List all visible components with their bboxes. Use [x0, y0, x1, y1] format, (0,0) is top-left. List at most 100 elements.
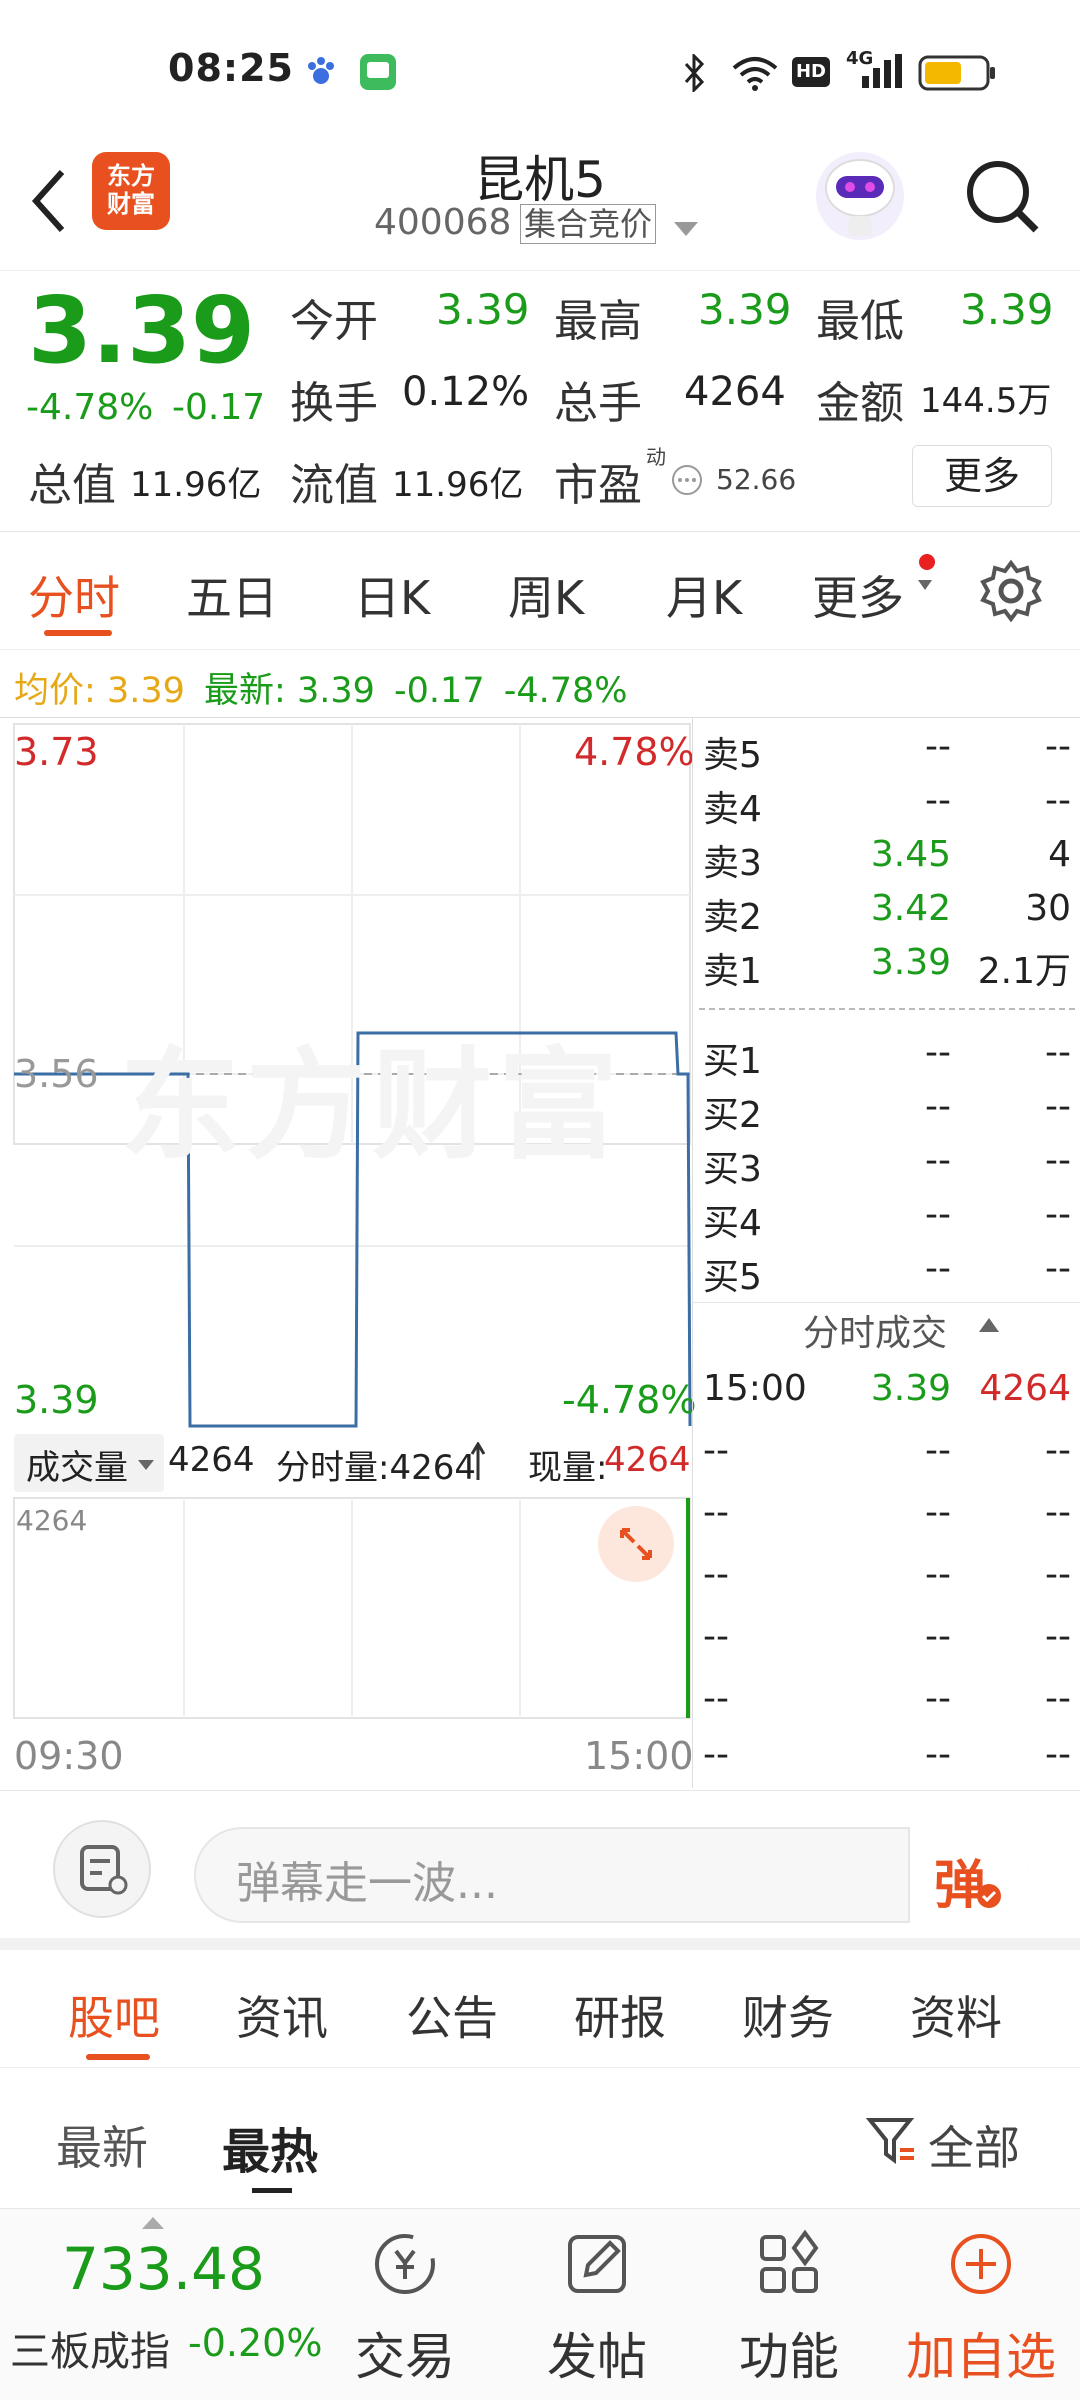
book-divider	[699, 1008, 1075, 1010]
filter-all[interactable]: 全部	[928, 2112, 1020, 2178]
avg-price-bar: 均价: 3.39 最新: 3.39 -0.17 -4.78%	[0, 650, 1080, 718]
sort-active-indicator	[252, 2188, 292, 2193]
hd-badge: HD	[792, 57, 830, 87]
danmu-bar: 弹幕走一波... 弹	[0, 1790, 1080, 1950]
bid-row: 买2 -- --	[703, 1086, 1071, 1136]
settings-icon[interactable]	[978, 558, 1044, 624]
tab-finance[interactable]: 财务	[742, 1982, 834, 2048]
tab-news[interactable]: 资讯	[236, 1982, 328, 2048]
latest-change: -0.17	[394, 671, 485, 711]
tab-more-dropdown-icon[interactable]	[912, 554, 936, 594]
dropdown-icon[interactable]	[672, 220, 700, 238]
ask-row: 卖5 -- --	[703, 726, 1071, 776]
volume-total: 4264	[168, 1440, 255, 1480]
tab-month-k[interactable]: 月K	[666, 562, 742, 628]
sort-latest[interactable]: 最新	[56, 2112, 148, 2178]
post-label: 发帖	[547, 2328, 647, 2386]
bottom-toolbar: 733.48 三板成指 -0.20% 交易 发帖 功能 加自选	[0, 2208, 1080, 2400]
quote-panel: 3.39 -4.78% -0.17 今开 3.39 最高 3.39 最低 3.3…	[0, 270, 1080, 532]
function-label: 功能	[739, 2328, 839, 2386]
trade-row: -- -- --	[703, 1678, 1071, 1719]
status-bar: 08:25 HD 4G	[0, 0, 1080, 140]
index-value: 733.48	[62, 2235, 265, 2303]
bid-row: 买5 -- --	[703, 1248, 1071, 1298]
index-ticker[interactable]: 733.48 三板成指 -0.20%	[0, 2209, 330, 2401]
notes-icon[interactable]	[52, 1819, 152, 1919]
tab-day-k[interactable]: 日K	[354, 562, 430, 628]
trade-row: -- -- --	[703, 1430, 1071, 1471]
latest-label: 最新:	[204, 671, 286, 711]
open-label: 今开	[290, 296, 378, 347]
post-filter-row: 最新 最热 全部	[0, 2068, 1080, 2208]
avg-value: 3.39	[106, 671, 185, 711]
status-time: 08:25	[168, 46, 294, 90]
sort-hottest[interactable]: 最热	[222, 2112, 318, 2182]
robot-assistant-icon[interactable]	[810, 146, 910, 246]
bid-row: 买3 -- --	[703, 1140, 1071, 1190]
tab-more[interactable]: 更多	[812, 562, 904, 628]
y-axis-top: 3.73	[14, 730, 99, 774]
trades-divider	[693, 1302, 1080, 1303]
tab-guba[interactable]: 股吧	[68, 1982, 160, 2048]
edit-icon	[568, 2235, 626, 2293]
change-percent: -4.78%	[26, 387, 154, 428]
avg-label: 均价:	[14, 671, 96, 711]
change-amount: -0.17	[172, 387, 266, 428]
trade-row: 15:00 3.39 4264	[703, 1368, 1071, 1409]
arrow-up-icon	[470, 1442, 486, 1480]
tab-fenshi[interactable]: 分时	[28, 562, 120, 628]
bid-row: 买4 -- --	[703, 1194, 1071, 1244]
ask-row: 卖3 3.45 4	[703, 834, 1071, 884]
stock-code: 400068	[374, 202, 512, 243]
volume-dropdown-icon[interactable]	[136, 1458, 156, 1472]
add-watchlist-label: 加自选	[906, 2328, 1056, 2386]
fullscreen-icon[interactable]	[596, 1504, 676, 1584]
tab-five-day[interactable]: 五日	[186, 562, 278, 628]
index-change: -0.20%	[188, 2321, 323, 2365]
signal-icon	[862, 54, 902, 88]
trades-sort-icon[interactable]	[977, 1316, 1001, 1334]
trade-label: 交易	[355, 2328, 455, 2386]
ask-row: 卖2 3.42 30	[703, 888, 1071, 938]
tab-active-indicator	[44, 630, 112, 636]
add-watchlist-button[interactable]: 加自选	[886, 2209, 1076, 2401]
tab-announcement[interactable]: 公告	[406, 1982, 498, 2048]
time-start: 09:30	[14, 1734, 124, 1778]
search-icon[interactable]	[962, 156, 1042, 236]
tab-week-k[interactable]: 周K	[508, 562, 584, 628]
turnover-value: 0.12%	[402, 369, 530, 415]
auction-tag[interactable]: 集合竞价	[520, 204, 657, 244]
trade-icon	[375, 2234, 435, 2294]
low-label: 最低	[816, 296, 904, 347]
more-button[interactable]: 更多	[912, 445, 1052, 507]
ticker-up-icon	[142, 2217, 164, 2229]
pe-value: 52.66	[716, 463, 797, 496]
mktcap-label: 总值	[28, 460, 116, 511]
pct-axis-top: 4.78%	[574, 730, 695, 774]
pe-label: 市盈	[554, 460, 642, 511]
open-value: 3.39	[436, 285, 530, 334]
apps-icon	[760, 2229, 819, 2293]
ask-row: 卖4 -- --	[703, 780, 1071, 830]
intraday-chart[interactable]	[0, 718, 692, 1788]
time-end: 15:00	[584, 1734, 694, 1778]
pe-more-icon[interactable]	[670, 463, 704, 497]
latest-pct: -4.78%	[503, 671, 628, 711]
tab-research[interactable]: 研报	[574, 1982, 666, 2048]
tab-profile[interactable]: 资料	[910, 1982, 1002, 2048]
amount-value: 144.5万	[920, 381, 1052, 421]
mktcap-value: 11.96亿	[130, 465, 262, 505]
battery-icon	[918, 55, 995, 91]
function-button[interactable]: 功能	[694, 2209, 884, 2401]
wifi-icon	[732, 57, 778, 91]
post-button[interactable]: 发帖	[502, 2209, 692, 2401]
trade-button[interactable]: 交易	[310, 2209, 500, 2401]
y-axis-bottom: 3.39	[14, 1378, 99, 1422]
filter-icon[interactable]	[866, 2116, 916, 2166]
current-volume-label: 现量:	[528, 1448, 608, 1488]
trades-title[interactable]: 分时成交	[803, 1304, 947, 1356]
float-label: 流值	[290, 460, 378, 511]
stock-header: 东方 财富 昆机5 400068 集合竞价	[0, 140, 1080, 268]
baidu-icon	[308, 57, 334, 84]
add-icon	[951, 2234, 1011, 2294]
